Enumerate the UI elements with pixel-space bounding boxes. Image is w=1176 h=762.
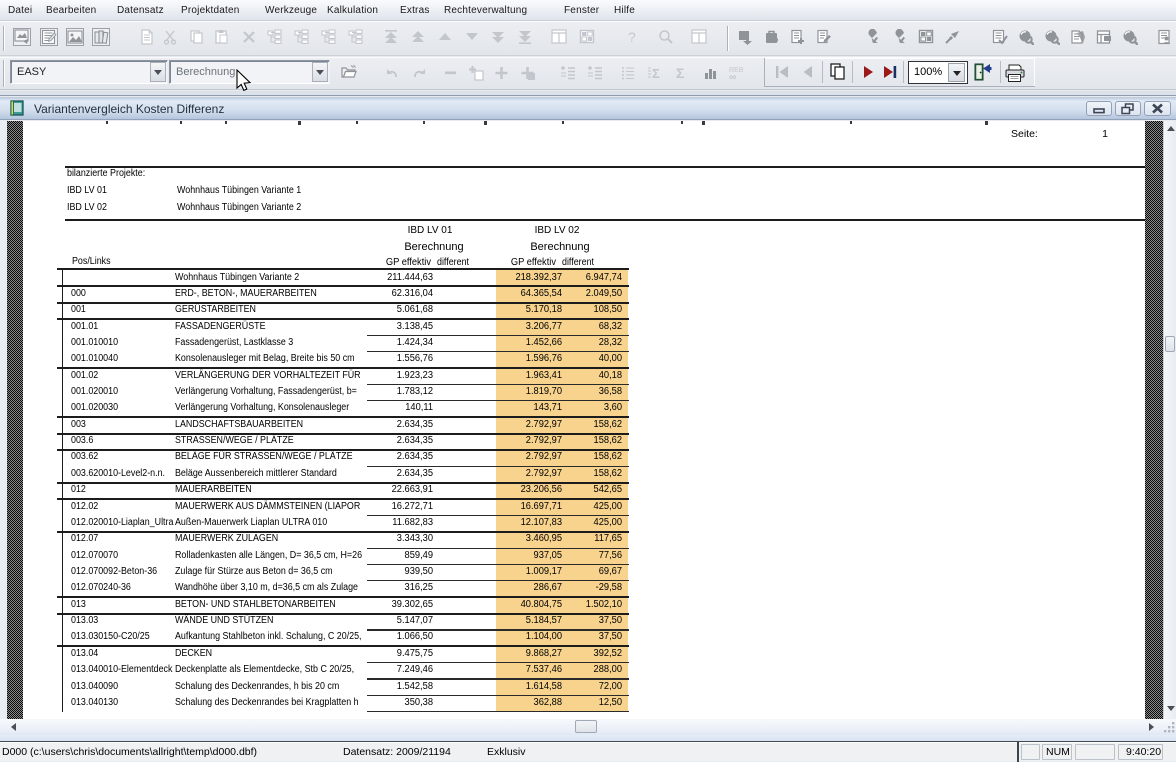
svg-text:Σ: Σ <box>652 66 660 81</box>
svg-text:?: ? <box>628 29 636 45</box>
svg-text:Σ: Σ <box>676 65 684 81</box>
svg-text:∞: ∞ <box>729 72 736 81</box>
